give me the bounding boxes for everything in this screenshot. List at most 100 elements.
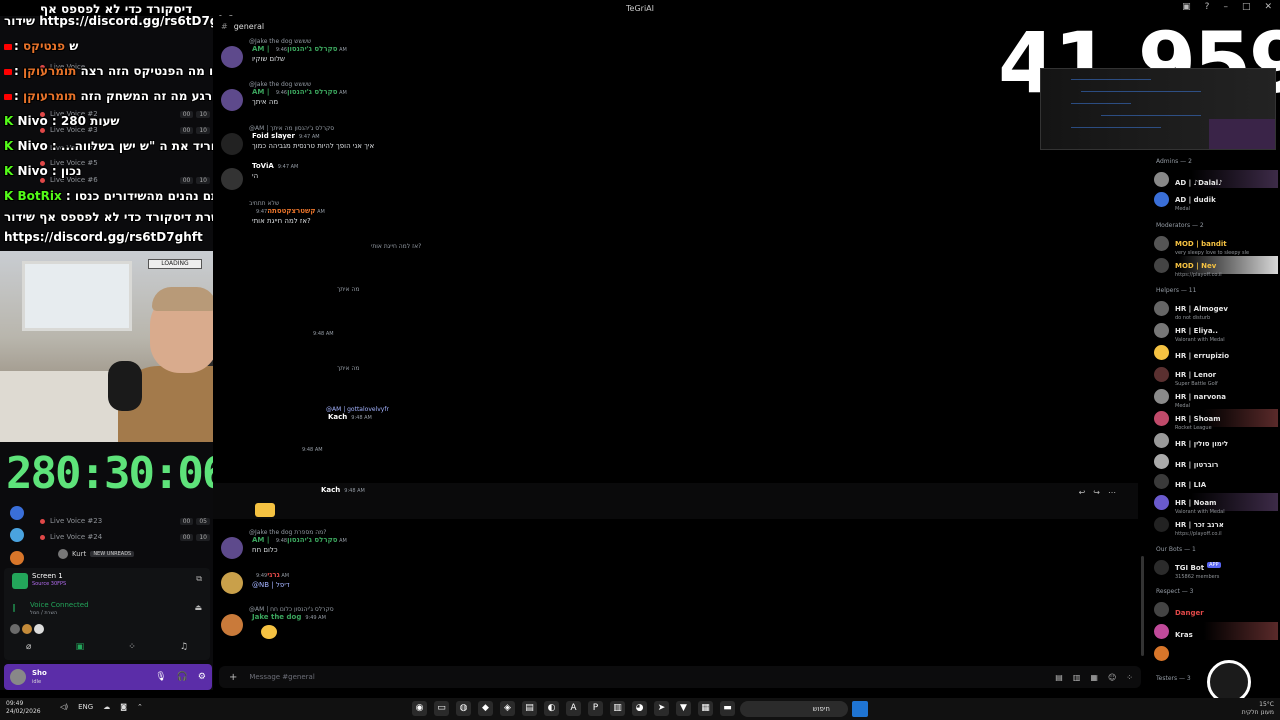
soundboard-icon[interactable]: ♫ [180,642,188,652]
inbox-icon[interactable]: ▣ [1182,2,1191,12]
folder-icon[interactable]: ▬ [720,701,735,716]
avatar[interactable] [10,506,24,520]
kick-icon: K [4,189,14,203]
taskbar-search[interactable]: חיפוש [740,701,848,717]
member-item[interactable]: HR | לימון סולין [1154,431,1278,449]
chevron-up-icon[interactable]: ⌃ [137,703,143,711]
scrollbar[interactable] [1141,556,1144,656]
obs-icon[interactable]: ◉ [412,701,427,716]
emoji-icon[interactable]: ☺ [1108,673,1116,682]
taskbar-app-icon[interactable]: ▦ [698,701,713,716]
popout-icon[interactable]: ⧉ [196,574,202,584]
avatar[interactable] [221,89,243,111]
gear-icon[interactable]: ⚙ [198,672,206,682]
language-indicator[interactable]: ENG [78,703,93,711]
avatar[interactable] [10,551,24,565]
channel-name[interactable]: general [234,22,264,31]
sticker-icon[interactable]: ▦ [1090,673,1098,682]
avatar[interactable] [221,168,243,190]
member-item[interactable]: HR | Shoam Rocket League [1154,409,1278,431]
member-item[interactable]: HR | LIA [1154,472,1278,490]
member-item[interactable]: HR | רוברטון [1154,452,1278,470]
onedrive-icon[interactable]: ☁ [103,703,110,711]
after-effects-icon[interactable]: A [566,701,581,716]
disconnect-icon[interactable]: ⏏ [194,603,202,612]
discord-icon[interactable]: ◕ [632,701,647,716]
plus-icon[interactable]: + [229,672,237,683]
gif-icon[interactable]: ▥ [1073,673,1081,682]
member-item[interactable]: AD | ♪Dalal♪ [1154,170,1278,188]
speaker-icon[interactable]: ◁) [60,703,68,711]
member-item[interactable]: MOD | Nev https://playoff.co.il [1154,256,1278,278]
premiere-icon[interactable]: P [588,701,603,716]
brave-icon[interactable]: ▼ [676,701,691,716]
windows-start-icon[interactable] [852,701,868,717]
member-item[interactable]: TGI Bot APP 315862 members [1154,558,1278,580]
member-item[interactable]: HR | ארנב זכר https://playoff.co.il [1154,515,1278,537]
member-group-header: Testers — 3 [1156,675,1191,682]
member-item[interactable]: MOD | bandit very sleepy love to sleepy s… [1154,234,1278,256]
voice-status[interactable]: Voice Connected [30,601,89,609]
reply-icon[interactable]: ↩ [1079,488,1086,497]
overlay-line: : ש פנטיקס [4,39,78,53]
voice-channel[interactable]: Live Voice #23 00 05 [40,517,210,525]
microphone-icon[interactable]: 🎙 [155,672,166,682]
taskbar-app-icon[interactable]: ◈ [500,701,515,716]
user-status: idle [32,678,42,685]
voice-user-kurt[interactable]: Kurt NEW UNREADS [58,549,135,559]
voice-channel-path[interactable]: השרת / חמל [30,610,57,616]
member-item[interactable]: HR | narvona Medal [1154,387,1278,409]
member-item[interactable]: Kras [1154,622,1278,640]
taskbar-app-icon[interactable]: ▤ [522,701,537,716]
weather-temp: 15°C [1259,701,1274,708]
maximize-icon[interactable]: □ [1242,2,1251,12]
member-item[interactable]: HR | Lenor Super Battle Golf [1154,365,1278,387]
screen-share-button[interactable]: ▣ [76,642,85,652]
taskbar-clock[interactable]: 09:49 24/02/2026 [6,700,41,716]
webcam-clock: LOADING [148,259,202,269]
avatar[interactable] [221,133,243,155]
photoshop-icon[interactable]: ▥ [610,701,625,716]
app-badge: APP [1207,562,1221,568]
headphones-icon[interactable]: 🎧 [177,672,188,682]
vscode-icon[interactable]: ◆ [478,701,493,716]
member-item[interactable]: HR | Eliya.. Valorant with Medal [1154,321,1278,343]
avatar[interactable] [10,528,24,542]
camera-off-icon[interactable]: ⌀ [26,642,31,652]
gift-icon[interactable]: ▤ [1055,673,1063,682]
member-item[interactable]: HR | Almogev do not disturb [1154,299,1278,321]
avatar[interactable] [221,614,243,636]
minimize-icon[interactable]: – [1223,2,1228,12]
chrome-icon[interactable]: ◍ [456,701,471,716]
hovered-message[interactable]: Kach 9:48 AM ↩ ↪ ⋯ [213,483,1138,519]
message-input[interactable]: Message #general [249,673,314,681]
tray-app-icon[interactable]: ◙ [120,703,127,711]
member-item[interactable]: HR | errupizio [1154,343,1278,361]
member-item[interactable]: AD | dudik Medal [1154,190,1278,212]
more-icon[interactable]: ⋯ [1108,488,1116,497]
telegram-icon[interactable]: ➤ [654,701,669,716]
avatar[interactable] [221,46,243,68]
taskbar-app-icon[interactable]: ▭ [434,701,449,716]
forward-icon[interactable]: ↪ [1093,488,1100,497]
member-item[interactable] [1154,644,1278,662]
overlay-line: : שו מה הפנטיקס הזה רצה תומרעוקן [4,64,222,78]
weather-widget[interactable]: 15°C מעונן חלקית [1242,701,1274,717]
member-item[interactable]: Danger [1154,600,1278,618]
taskbar-app-icon[interactable]: ◐ [544,701,559,716]
activities-icon[interactable]: ⁘ [128,642,136,652]
member-item[interactable]: HR | Noam Valorant with Medal [1154,493,1278,515]
emoji-reaction [261,625,277,639]
avatar[interactable] [221,572,243,594]
chat-message: מה איתך 9:48 AM [313,286,360,337]
user-name: Sho [32,668,47,677]
message-composer[interactable]: + Message #general ▤ ▥ ▦ ☺ ⁘ [219,666,1141,688]
close-icon[interactable]: ✕ [1264,2,1272,12]
voice-channel[interactable]: Live Voice #24 00 10 [40,533,210,541]
help-icon[interactable]: ? [1205,2,1210,12]
avatar[interactable] [221,537,243,559]
new-unreads-badge[interactable]: NEW UNREADS [90,551,135,557]
apps-icon[interactable]: ⁘ [1126,673,1133,682]
stream-preview-thumbnail [1040,68,1276,150]
user-avatar[interactable] [10,669,26,685]
